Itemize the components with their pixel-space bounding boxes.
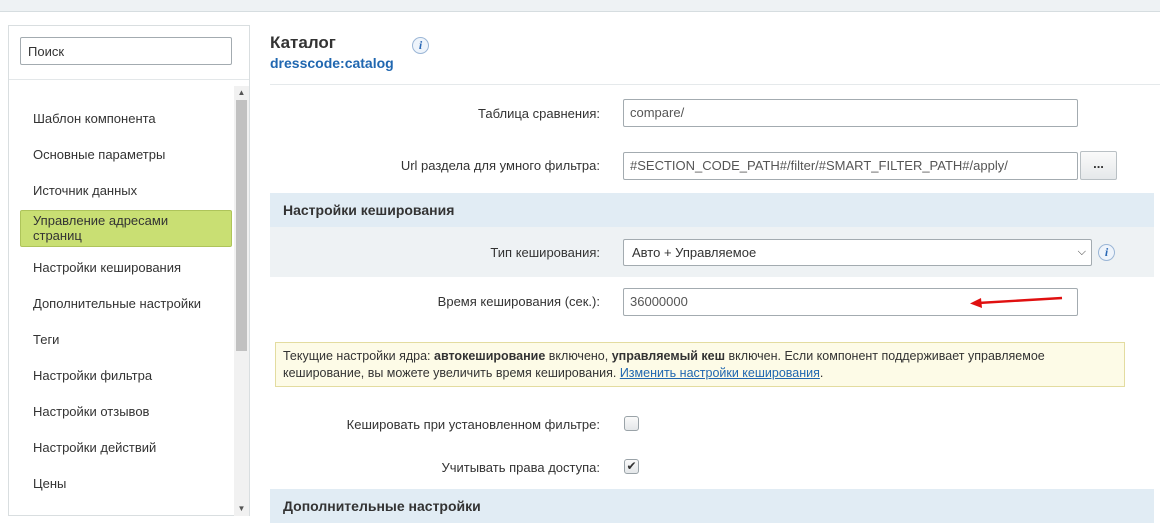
main-panel: Каталог dresscode:catalog i Таблица срав… xyxy=(270,0,1160,528)
sidebar: Шаблон компонента Основные параметры Ист… xyxy=(8,25,250,516)
browse-button[interactable]: ... xyxy=(1080,151,1117,180)
sidebar-item-cache-settings[interactable]: Настройки кеширования xyxy=(33,260,228,276)
access-rights-checkbox[interactable]: ✔ xyxy=(624,459,639,474)
compare-input[interactable]: compare/ xyxy=(623,99,1078,127)
cache-info-note: Текущие настройки ядра: автокеширование … xyxy=(275,342,1125,387)
sidebar-divider xyxy=(9,79,249,80)
page-title: Каталог xyxy=(270,33,336,52)
sidebar-item-action-settings[interactable]: Настройки действий xyxy=(33,440,228,456)
cache-filter-label: Кешировать при установленном фильтре: xyxy=(346,417,600,432)
cache-type-value: Авто + Управляемое xyxy=(632,245,757,260)
annotation-arrow xyxy=(970,296,1063,308)
cache-type-select[interactable]: Авто + Управляемое ⌵ xyxy=(623,239,1092,266)
cache-type-label: Тип кеширования: xyxy=(490,245,600,260)
search-input[interactable] xyxy=(20,37,232,65)
note-text: Текущие настройки ядра: xyxy=(283,349,434,363)
scroll-up-icon[interactable]: ▲ xyxy=(234,86,249,100)
smart-filter-label: Url раздела для умного фильтра: xyxy=(400,158,600,173)
compare-label: Таблица сравнения: xyxy=(478,106,600,121)
component-code: dresscode:catalog xyxy=(270,55,394,71)
note-bold-managed-cache: управляемый кеш xyxy=(611,349,726,363)
header-divider xyxy=(270,84,1160,85)
note-bold-autocache: автокеширование xyxy=(434,349,546,363)
sidebar-item-template[interactable]: Шаблон компонента xyxy=(33,111,228,127)
scroll-thumb[interactable] xyxy=(236,100,247,351)
scroll-down-icon[interactable]: ▼ xyxy=(234,502,249,516)
cache-time-label: Время кеширования (сек.): xyxy=(437,294,600,309)
extra-section-header[interactable]: Дополнительные настройки xyxy=(270,489,1154,523)
sidebar-item-prices[interactable]: Цены xyxy=(33,476,228,492)
change-cache-settings-link[interactable]: Изменить настройки кеширования xyxy=(620,366,820,380)
note-text: включено, xyxy=(545,349,612,363)
access-rights-label: Учитывать права доступа: xyxy=(441,460,600,475)
sidebar-item-data-source[interactable]: Источник данных xyxy=(33,183,228,199)
info-icon[interactable]: i xyxy=(412,37,429,54)
cache-section-header[interactable]: Настройки кеширования xyxy=(270,193,1154,227)
note-text: . xyxy=(819,366,824,380)
sidebar-item-main-params[interactable]: Основные параметры xyxy=(33,147,228,163)
sidebar-item-url-management[interactable]: Управление адресами страниц xyxy=(20,210,232,247)
sidebar-item-additional-settings[interactable]: Дополнительные настройки xyxy=(33,296,228,312)
info-icon[interactable]: i xyxy=(1098,244,1115,261)
sidebar-item-review-settings[interactable]: Настройки отзывов xyxy=(33,404,228,420)
check-icon: ✔ xyxy=(626,459,637,473)
cache-filter-checkbox[interactable] xyxy=(624,416,639,431)
sidebar-item-filter-settings[interactable]: Настройки фильтра xyxy=(33,368,228,384)
smart-filter-input[interactable]: #SECTION_CODE_PATH#/filter/#SMART_FILTER… xyxy=(623,152,1078,180)
sidebar-item-tags[interactable]: Теги xyxy=(33,332,228,348)
chevron-down-icon: ⌵ xyxy=(1077,246,1086,258)
sidebar-scrollbar[interactable]: ▲ ▼ xyxy=(234,86,249,516)
